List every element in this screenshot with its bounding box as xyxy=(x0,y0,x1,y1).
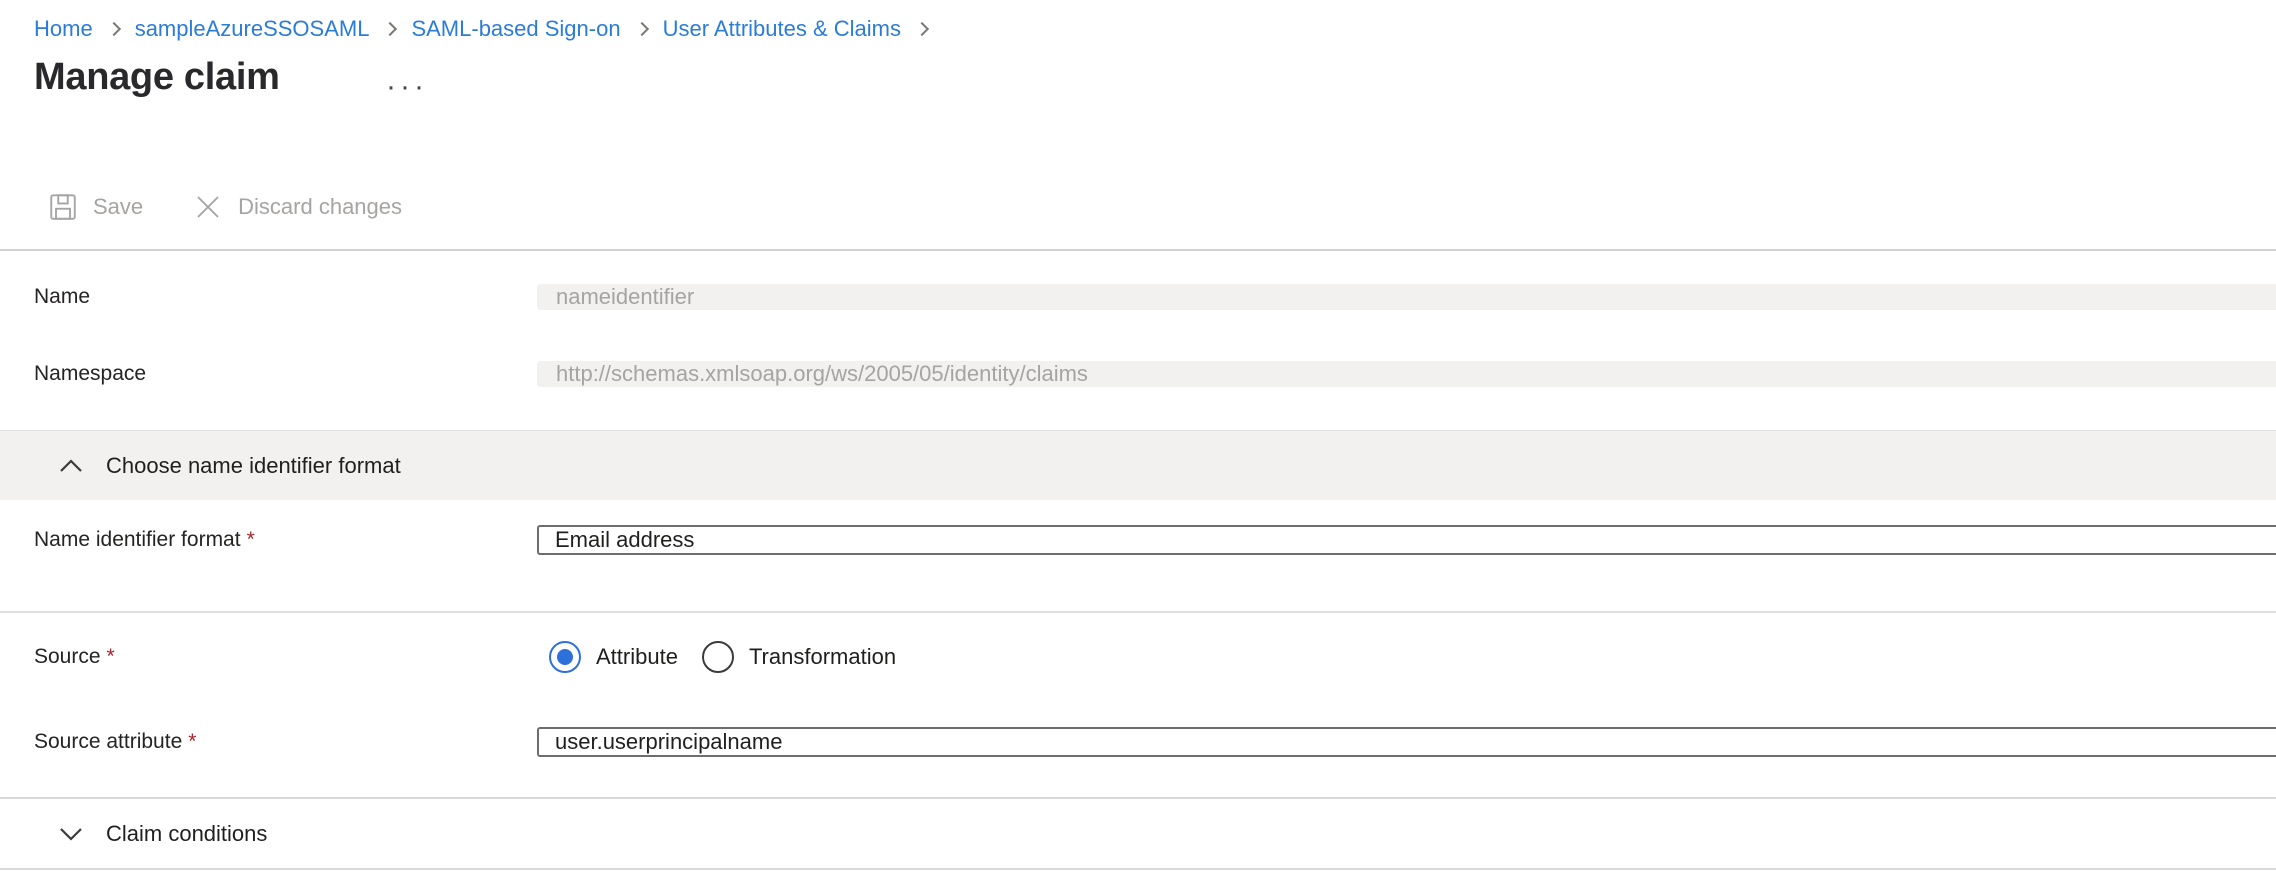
breadcrumb-user-attributes-claims[interactable]: User Attributes & Claims xyxy=(663,16,901,42)
page-title: Manage claim xyxy=(34,56,280,99)
discard-changes-label: Discard changes xyxy=(238,194,402,220)
section-claim-conditions[interactable]: Claim conditions xyxy=(0,797,2276,870)
save-icon xyxy=(48,192,78,222)
source-attribute-input[interactable] xyxy=(537,727,2276,757)
section-title: Claim conditions xyxy=(106,821,267,847)
required-asterisk: * xyxy=(247,528,255,551)
section-title: Choose name identifier format xyxy=(106,453,401,479)
command-bar: Save Discard changes xyxy=(48,192,402,222)
namespace-input xyxy=(537,361,2276,387)
divider xyxy=(0,611,2276,613)
save-button[interactable]: Save xyxy=(48,192,143,222)
namespace-label: Namespace xyxy=(34,362,146,386)
radio-label: Attribute xyxy=(596,644,678,670)
radio-selected-icon xyxy=(549,641,581,673)
required-asterisk: * xyxy=(107,645,115,668)
breadcrumb: Home sampleAzureSSOSAML SAML-based Sign-… xyxy=(34,16,943,42)
required-asterisk: * xyxy=(188,730,196,753)
breadcrumb-chevron-icon xyxy=(635,22,649,36)
source-attribute-label: Source attribute * xyxy=(34,730,196,754)
label-text: Name identifier format xyxy=(34,528,241,551)
breadcrumb-chevron-icon xyxy=(915,22,929,36)
manage-claim-page: Home sampleAzureSSOSAML SAML-based Sign-… xyxy=(0,0,2276,884)
save-button-label: Save xyxy=(93,194,143,220)
source-radio-attribute[interactable]: Attribute xyxy=(549,641,678,673)
discard-x-icon xyxy=(193,192,223,222)
name-identifier-format-input[interactable] xyxy=(537,525,2276,555)
breadcrumb-saml-signon[interactable]: SAML-based Sign-on xyxy=(411,16,620,42)
chevron-up-icon xyxy=(56,456,86,476)
context-menu-button[interactable]: ··· xyxy=(386,72,428,102)
source-radio-transformation[interactable]: Transformation xyxy=(702,641,896,673)
source-radio-group: Attribute Transformation xyxy=(549,641,896,673)
label-text: Source xyxy=(34,645,101,668)
source-row: Source * Attribute Transformation xyxy=(0,641,2276,673)
section-choose-name-identifier-format[interactable]: Choose name identifier format xyxy=(0,430,2276,500)
name-identifier-format-label: Name identifier format * xyxy=(34,528,255,552)
breadcrumb-chevron-icon xyxy=(107,22,121,36)
name-row: Name xyxy=(0,273,2276,320)
breadcrumb-home[interactable]: Home xyxy=(34,16,93,42)
source-label: Source * xyxy=(34,645,115,669)
source-attribute-row: Source attribute * xyxy=(0,719,2276,765)
breadcrumb-chevron-icon xyxy=(383,22,397,36)
discard-changes-button[interactable]: Discard changes xyxy=(193,192,402,222)
name-input xyxy=(537,284,2276,310)
chevron-down-icon xyxy=(56,824,86,844)
radio-label: Transformation xyxy=(749,644,896,670)
label-text: Source attribute xyxy=(34,730,182,753)
name-label: Name xyxy=(34,285,90,309)
command-bar-divider xyxy=(0,249,2276,251)
radio-unselected-icon xyxy=(702,641,734,673)
namespace-row: Namespace xyxy=(0,350,2276,397)
name-identifier-format-row: Name identifier format * xyxy=(0,517,2276,563)
breadcrumb-app[interactable]: sampleAzureSSOSAML xyxy=(135,16,370,42)
